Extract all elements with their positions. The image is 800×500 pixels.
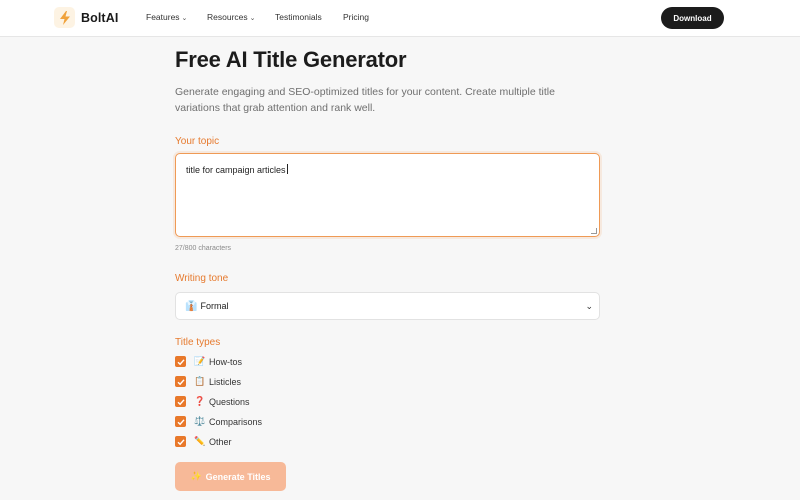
title-type-label: Listicles <box>209 376 242 387</box>
check-icon <box>177 398 185 405</box>
character-count: 27/800 characters <box>175 245 232 252</box>
writing-tone-select[interactable]: 👔 Formal ⌄ <box>175 292 600 320</box>
nav-testimonials[interactable]: Testimonials <box>275 12 322 22</box>
sparkles-icon: ✨ <box>190 471 202 481</box>
nav-resources-label: Resources <box>207 12 248 22</box>
writing-tone-label: Writing tone <box>175 273 229 284</box>
checkbox[interactable] <box>175 416 186 427</box>
title-type-label: Comparisons <box>209 416 263 427</box>
title-type-label: How-tos <box>209 356 243 367</box>
checkbox[interactable] <box>175 356 186 367</box>
top-navbar: BoltAI Features ⌄ Resources ⌄ Testimonia… <box>0 0 800 37</box>
text-caret <box>286 164 288 174</box>
tone-selected-value: Formal <box>200 301 229 311</box>
title-type-howtos[interactable]: 📝 How-tos <box>175 355 242 368</box>
checkbox[interactable] <box>175 376 186 387</box>
topic-text: title for campaign articles <box>186 165 286 175</box>
nav-resources[interactable]: Resources ⌄ <box>207 12 256 22</box>
title-types-label: Title types <box>175 337 221 348</box>
nav-features-label: Features <box>146 12 180 22</box>
title-type-other[interactable]: ✏️ Other <box>175 435 232 448</box>
page-description: Generate engaging and SEO-optimized titl… <box>175 86 555 114</box>
title-type-comparisons[interactable]: ⚖️ Comparisons <box>175 415 262 428</box>
nav-testimonials-label: Testimonials <box>275 12 322 22</box>
resize-handle-icon[interactable] <box>591 228 597 234</box>
balance-scale-icon: ⚖️ <box>194 416 206 426</box>
nav-features[interactable]: Features ⌄ <box>146 12 187 22</box>
checkbox[interactable] <box>175 396 186 407</box>
topic-textarea[interactable]: title for campaign articles <box>175 153 600 237</box>
question-mark-icon: ❓ <box>194 396 206 406</box>
nav-pricing-label: Pricing <box>343 12 369 22</box>
clipboard-icon: 📋 <box>194 376 206 386</box>
chevron-down-icon: ⌄ <box>181 14 188 22</box>
check-icon <box>177 378 185 385</box>
lightning-bolt-icon <box>59 10 70 25</box>
check-icon <box>177 358 185 365</box>
download-button[interactable]: Download <box>661 7 724 29</box>
title-type-listicles[interactable]: 📋 Listicles <box>175 375 241 388</box>
chevron-down-icon: ⌄ <box>585 301 593 311</box>
check-icon <box>177 438 185 445</box>
boltai-logo[interactable] <box>54 7 75 28</box>
title-type-questions[interactable]: ❓ Questions <box>175 395 250 408</box>
check-icon <box>177 418 185 425</box>
generate-titles-button[interactable]: ✨ Generate Titles <box>175 462 286 491</box>
tone-emoji-icon: 👔 <box>185 300 198 312</box>
title-type-label: Questions <box>209 396 250 407</box>
pencil-icon: ✏️ <box>194 436 206 446</box>
brand-name[interactable]: BoltAI <box>81 11 118 25</box>
title-type-label: Other <box>209 436 232 447</box>
chevron-down-icon: ⌄ <box>249 14 256 22</box>
page-title: Free AI Title Generator <box>175 47 407 72</box>
topic-label: Your topic <box>175 136 220 147</box>
memo-icon: 📝 <box>194 356 206 366</box>
nav-pricing[interactable]: Pricing <box>343 12 369 22</box>
generate-titles-label: Generate Titles <box>205 471 271 482</box>
checkbox[interactable] <box>175 436 186 447</box>
